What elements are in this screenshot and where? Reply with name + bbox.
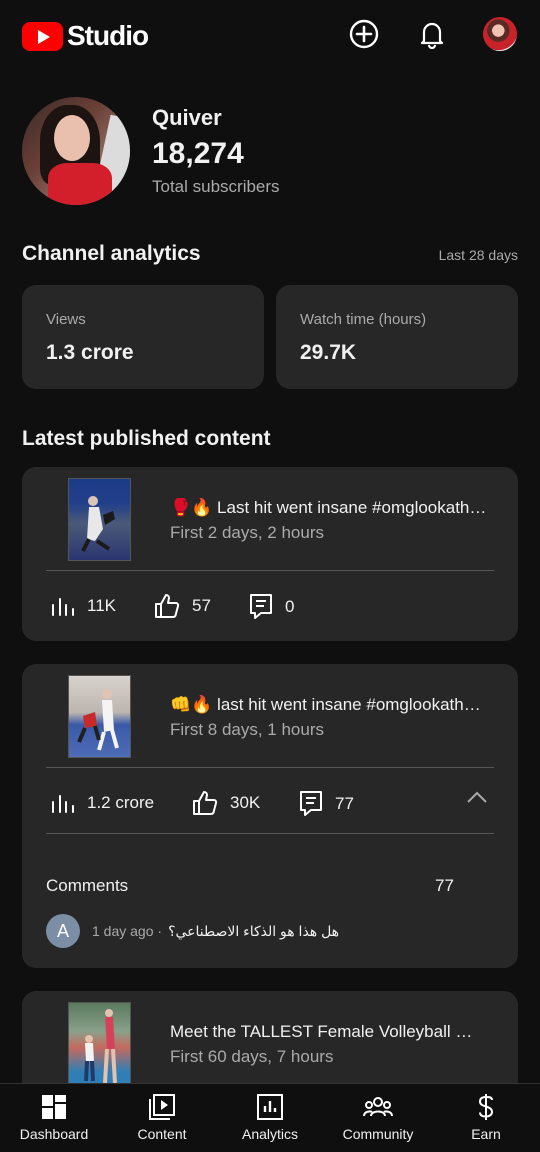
dashboard-icon bbox=[41, 1093, 67, 1121]
views-metric: 11K bbox=[51, 595, 116, 617]
nav-content[interactable]: Content bbox=[108, 1084, 216, 1152]
likes-metric: 57 bbox=[154, 593, 211, 619]
comment-item[interactable]: A 1 day ago · هل هذا هو الذكاء الاصطناعي… bbox=[46, 914, 339, 948]
views-icon bbox=[52, 795, 74, 813]
nav-community[interactable]: Community bbox=[324, 1084, 432, 1152]
latest-content-title: Latest published content bbox=[22, 427, 271, 450]
comments-metric: 0 bbox=[249, 593, 294, 620]
collapse-chevron-icon[interactable] bbox=[466, 790, 488, 809]
likes-value: 30K bbox=[230, 793, 261, 812]
video-thumbnail[interactable] bbox=[68, 675, 131, 758]
views-metric: 1.2 crore bbox=[51, 792, 154, 814]
divider bbox=[46, 833, 494, 834]
nav-label: Content bbox=[137, 1126, 187, 1142]
subscriber-count: 18,274 bbox=[152, 137, 244, 170]
video-title[interactable]: 🥊🔥 Last hit went insane #omglookath… bbox=[170, 498, 495, 518]
nav-label: Dashboard bbox=[19, 1126, 89, 1142]
views-value: 1.2 crore bbox=[87, 793, 155, 812]
channel-name: Quiver bbox=[152, 105, 222, 130]
analytics-icon bbox=[257, 1093, 283, 1121]
notifications-icon[interactable] bbox=[415, 17, 449, 51]
content-card[interactable]: 🥊🔥 Last hit went insane #omglookath… Fir… bbox=[22, 467, 518, 641]
nav-label: Community bbox=[342, 1126, 414, 1142]
bottom-navigation: Dashboard Content Analytics Community Ea… bbox=[0, 1083, 540, 1152]
channel-avatar bbox=[22, 97, 130, 205]
divider bbox=[46, 767, 494, 768]
stat-value: 1.3 crore bbox=[46, 341, 134, 364]
video-title[interactable]: 👊🔥 last hit went insane #omglookath… bbox=[170, 695, 495, 715]
video-subtitle: First 8 days, 1 hours bbox=[170, 720, 325, 739]
nav-label: Earn bbox=[471, 1126, 501, 1142]
video-title[interactable]: Meet the TALLEST Female Volleyball … bbox=[170, 1022, 495, 1042]
like-icon bbox=[193, 791, 218, 815]
comment-icon bbox=[250, 594, 272, 619]
comments-value: 77 bbox=[335, 793, 354, 813]
brand-text: Studio bbox=[67, 20, 149, 51]
watch-time-card[interactable]: Watch time (hours) 29.7K bbox=[276, 285, 518, 389]
like-icon bbox=[155, 594, 180, 618]
nav-analytics[interactable]: Analytics bbox=[216, 1084, 324, 1152]
comments-heading: Comments bbox=[46, 876, 129, 895]
stat-label: Watch time (hours) bbox=[300, 311, 427, 328]
comments-value: 0 bbox=[285, 596, 295, 616]
video-thumbnail[interactable] bbox=[68, 478, 131, 561]
views-value: 11K bbox=[87, 596, 116, 615]
comment-icon bbox=[300, 791, 322, 816]
analytics-range: Last 28 days bbox=[438, 247, 518, 263]
content-icon bbox=[148, 1093, 176, 1121]
likes-value: 57 bbox=[192, 596, 211, 615]
video-subtitle: First 2 days, 2 hours bbox=[170, 523, 325, 542]
account-avatar[interactable] bbox=[483, 17, 517, 51]
comments-metric: 77 bbox=[299, 790, 354, 817]
earn-icon bbox=[476, 1093, 496, 1121]
studio-logo[interactable]: Studio bbox=[22, 20, 149, 52]
nav-dashboard[interactable]: Dashboard bbox=[0, 1084, 108, 1152]
nav-earn[interactable]: Earn bbox=[432, 1084, 540, 1152]
views-icon bbox=[52, 598, 74, 616]
likes-metric: 30K bbox=[192, 790, 260, 816]
top-app-bar: Studio bbox=[0, 0, 540, 70]
community-icon bbox=[363, 1093, 393, 1121]
divider bbox=[46, 570, 494, 571]
stat-label: Views bbox=[46, 311, 86, 328]
video-subtitle: First 60 days, 7 hours bbox=[170, 1047, 334, 1066]
nav-label: Analytics bbox=[241, 1126, 299, 1142]
video-thumbnail[interactable] bbox=[68, 1002, 131, 1085]
stat-value: 29.7K bbox=[300, 341, 357, 364]
comments-count: 77 bbox=[435, 876, 454, 895]
youtube-play-icon bbox=[22, 21, 63, 51]
commenter-avatar: A bbox=[46, 914, 80, 948]
comment-time: 1 day ago · bbox=[92, 923, 163, 939]
comment-text: هل هذا هو الذكاء الاصطناعي؟ bbox=[168, 922, 340, 939]
create-icon[interactable] bbox=[347, 17, 381, 51]
content-card[interactable]: 👊🔥 last hit went insane #omglookath… Fir… bbox=[22, 664, 518, 968]
subscriber-label: Total subscribers bbox=[152, 177, 280, 196]
analytics-title: Channel analytics bbox=[22, 242, 201, 265]
views-card[interactable]: Views 1.3 crore bbox=[22, 285, 264, 389]
